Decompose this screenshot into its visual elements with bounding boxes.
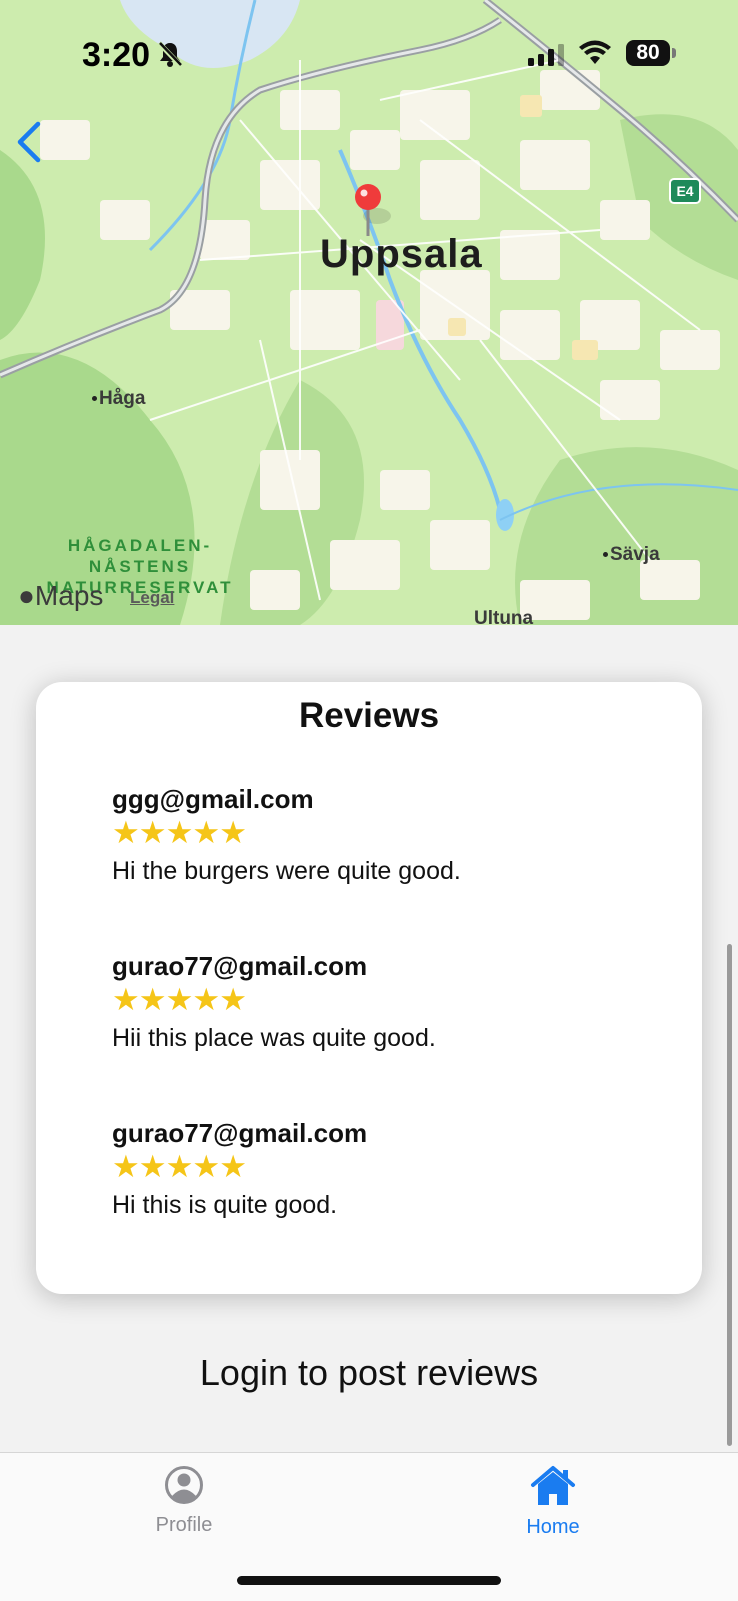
person-circle-icon: [165, 1466, 203, 1504]
road-shield-e4: E4: [671, 180, 699, 202]
review-item: gurao77@gmail.com ★★★★★ Hi this is quite…: [112, 1118, 672, 1220]
map-background: [0, 0, 738, 625]
star-icon: ★: [112, 982, 140, 1017]
status-time: 3:20: [82, 36, 151, 74]
star-icon: ★: [165, 1149, 194, 1184]
map-place-haga: Håga: [92, 388, 145, 410]
apple-maps-logo: ●Maps: [18, 580, 103, 612]
star-icon: ★: [112, 815, 140, 850]
back-button[interactable]: [14, 120, 44, 169]
star-icon: ★: [138, 1149, 167, 1184]
star-icon: ★: [192, 815, 220, 850]
battery-indicator: 80: [626, 40, 670, 66]
star-icon: ★: [219, 982, 247, 1017]
star-icon: ★: [219, 1149, 247, 1184]
wifi-icon: [578, 40, 612, 71]
review-text: Hii this place was quite good.: [112, 1024, 436, 1052]
star-icon: ★: [138, 982, 167, 1017]
tab-profile-label: Profile: [155, 1514, 213, 1536]
review-author: gurao77@gmail.com: [112, 951, 368, 981]
star-rating: ★★★★★: [112, 1151, 672, 1183]
review-text: Hi the burgers were quite good.: [112, 857, 461, 885]
login-to-post-reviews-button[interactable]: Login to post reviews: [0, 1352, 738, 1394]
tab-home-label: Home: [526, 1516, 580, 1538]
scrollbar[interactable]: [727, 944, 732, 1446]
star-rating: ★★★★★: [112, 984, 672, 1016]
maps-brand-text: Maps: [34, 580, 104, 611]
star-icon: ★: [165, 982, 194, 1017]
review-text: Hi this is quite good.: [112, 1191, 338, 1219]
battery-cap: [672, 48, 676, 58]
reviews-title: Reviews: [298, 696, 440, 735]
star-icon: ★: [192, 1149, 220, 1184]
map-legal-link[interactable]: Legal: [130, 588, 174, 608]
map-view[interactable]: 3:20 80 Uppsala Håga Sävja Ultuna HÅGADA…: [0, 0, 738, 625]
star-icon: ★: [165, 815, 194, 850]
place-label-ultuna: Ultuna: [474, 608, 534, 625]
home-indicator: [237, 1576, 501, 1585]
review-item: ggg@gmail.com ★★★★★ Hi the burgers were …: [112, 784, 672, 886]
place-label-savja: Sävja: [610, 544, 660, 565]
map-place-ultuna: Ultuna: [474, 608, 533, 625]
star-icon: ★: [219, 815, 247, 850]
map-city-label: Uppsala: [320, 232, 483, 276]
review-author: gurao77@gmail.com: [112, 1118, 368, 1148]
house-icon: [531, 1466, 575, 1505]
back-chevron-icon: [17, 121, 41, 163]
apple-logo-icon: ●: [18, 580, 35, 611]
cellular-signal-icon: [528, 44, 568, 71]
star-rating: ★★★★★: [112, 817, 672, 849]
star-icon: ★: [192, 982, 220, 1017]
review-author: ggg@gmail.com: [112, 784, 314, 814]
bell-slash-icon: [157, 40, 183, 73]
star-icon: ★: [112, 1149, 140, 1184]
star-icon: ★: [138, 815, 167, 850]
review-item: gurao77@gmail.com ★★★★★ Hii this place w…: [112, 951, 672, 1053]
tab-home[interactable]: Home: [483, 1465, 623, 1539]
place-label-haga: Håga: [99, 388, 146, 409]
status-bar: 3:20 80: [0, 36, 738, 76]
reviews-card: Reviews ggg@gmail.com ★★★★★ Hi the burge…: [36, 682, 702, 1294]
map-place-savja: Sävja: [603, 544, 660, 566]
tab-profile[interactable]: Profile: [114, 1465, 254, 1537]
